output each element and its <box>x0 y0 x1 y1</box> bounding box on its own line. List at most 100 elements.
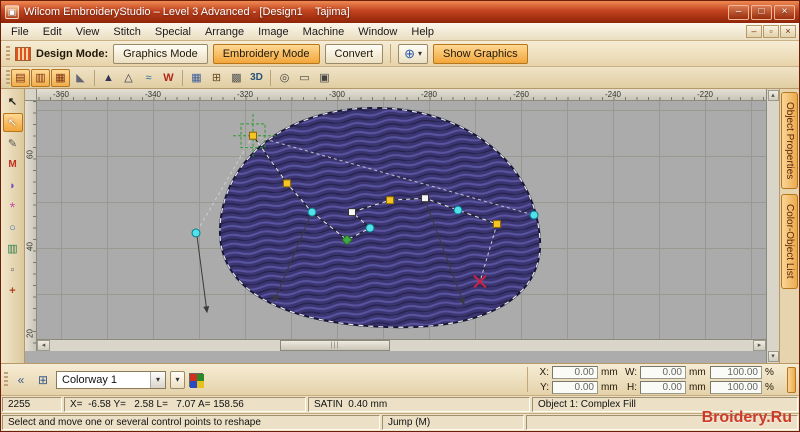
window-controls: – □ × <box>728 4 795 20</box>
prompt-text: Select and move one or several control p… <box>2 415 380 430</box>
run-stitch-tool-icon[interactable]: M <box>3 155 23 174</box>
machine-format-button[interactable]: ⊕ ▾ <box>398 43 428 64</box>
mdi-restore-button[interactable]: ▫ <box>763 25 779 38</box>
curve-point <box>529 210 539 220</box>
corner-point <box>493 220 501 228</box>
graphics-mode-button[interactable]: Graphics Mode <box>113 43 208 64</box>
scroll-up-button[interactable]: ▴ <box>767 90 779 101</box>
stitch-list-icon[interactable]: W <box>159 69 178 87</box>
pen-tool-icon[interactable]: ✎ <box>3 134 23 153</box>
embroidery-canvas[interactable]: ◂ ||| ▸ <box>37 101 766 351</box>
complex-fill-object <box>218 106 542 329</box>
y-unit: mm <box>601 381 618 393</box>
toolbar-grip[interactable] <box>6 69 10 86</box>
menu-stitch[interactable]: Stitch <box>106 25 148 39</box>
colorway-toolbar: « ⊞ Colorway 1 ▾ ▾ X: 0.00 mm W: 0.00 mm… <box>1 363 799 395</box>
toolbar-grip[interactable] <box>4 371 8 388</box>
minimize-button[interactable]: – <box>728 4 749 20</box>
travel-start-icon[interactable]: « <box>12 371 30 389</box>
circle-tool-icon[interactable]: ○ <box>3 218 23 237</box>
density-up-icon[interactable]: ▲ <box>99 69 118 87</box>
colorways-icon[interactable] <box>189 372 204 388</box>
show-graphics-button[interactable]: Show Graphics <box>433 43 528 64</box>
docked-toolbar-grip[interactable] <box>787 366 796 393</box>
menu-image[interactable]: Image <box>251 25 296 39</box>
toolbar-separator <box>182 69 183 86</box>
horizontal-scrollbar[interactable]: ◂ ||| ▸ <box>37 339 766 351</box>
reshape-tool-icon[interactable]: ↖ <box>2 113 23 132</box>
h-label: H: <box>627 381 637 393</box>
convert-button[interactable]: Convert <box>324 43 384 64</box>
travel-grid-icon[interactable]: ⊞ <box>34 371 52 389</box>
menu-special[interactable]: Special <box>148 25 198 39</box>
x-unit: mm <box>601 366 618 378</box>
satin-tool-icon[interactable]: ◗ <box>3 176 23 195</box>
menu-help[interactable]: Help <box>404 25 441 39</box>
toolbar-grip[interactable] <box>6 45 10 62</box>
hoop-icon[interactable]: ⊞ <box>207 69 226 87</box>
horizontal-ruler: -360 -340 -320 -300 -280 -260 -240 -220 <box>37 89 766 101</box>
vertical-scrollbar[interactable]: ▴ ▾ <box>766 89 779 363</box>
menu-view[interactable]: View <box>69 25 107 39</box>
add-node-tool-icon[interactable]: + <box>3 281 23 300</box>
zoom-icon[interactable]: ◎ <box>275 69 294 87</box>
density-down-icon[interactable]: △ <box>119 69 138 87</box>
tab-object-properties[interactable]: Object Properties <box>781 92 798 190</box>
x-field[interactable]: 0.00 <box>552 365 598 379</box>
close-button[interactable]: × <box>774 4 795 20</box>
y-field[interactable]: 0.00 <box>552 380 598 394</box>
w-field[interactable]: 0.00 <box>640 365 686 379</box>
connectors-icon[interactable]: ◣ <box>71 69 90 87</box>
slow-redraw-icon[interactable]: ≈ <box>139 69 158 87</box>
menu-arrange[interactable]: Arrange <box>198 25 251 39</box>
tab-color-object-list[interactable]: Color-Object List <box>781 194 798 289</box>
embroidery-design-svg[interactable] <box>37 101 766 351</box>
star-tool-icon[interactable]: * <box>3 197 23 216</box>
3d-view-icon[interactable]: 3D <box>247 69 266 87</box>
scroll-left-button[interactable]: ◂ <box>37 340 50 351</box>
overview-window-icon[interactable]: ▩ <box>227 69 246 87</box>
position-size-fields: X: 0.00 mm W: 0.00 mm 100.00 % Y: 0.00 m… <box>534 365 783 394</box>
curve-point <box>453 205 463 215</box>
scale-y-field[interactable]: 100.00 <box>710 380 762 394</box>
toolbar-separator <box>527 367 528 392</box>
maximize-button[interactable]: □ <box>751 4 772 20</box>
menu-file[interactable]: File <box>4 25 36 39</box>
outline-tool-icon[interactable]: ▫ <box>3 260 23 279</box>
node-point <box>421 194 429 203</box>
scroll-right-button[interactable]: ▸ <box>753 340 766 351</box>
mdi-close-button[interactable]: × <box>780 25 796 38</box>
colorway-menu-button[interactable]: ▾ <box>170 370 185 389</box>
title-bar: ▣ Wilcom EmbroideryStudio – Level 3 Adva… <box>1 1 799 23</box>
scroll-down-button[interactable]: ▾ <box>767 351 779 362</box>
workspace: ↖ ↖ ✎ M ◗ * ○ ▥ ▫ + -360 -340 -320 -300 … <box>1 89 799 363</box>
measure-icon[interactable]: ▭ <box>295 69 314 87</box>
embroidery-canvas-icon <box>15 46 31 61</box>
menu-machine[interactable]: Machine <box>296 25 352 39</box>
grid-toggle-icon[interactable]: ▦ <box>187 69 206 87</box>
colorway-select[interactable]: Colorway 1 ▾ <box>56 370 166 389</box>
background-icon[interactable]: ▣ <box>315 69 334 87</box>
pointer-position: X= -6.58 Y= 2.58 L= 7.07 A= 158.56 <box>64 397 306 412</box>
menu-edit[interactable]: Edit <box>36 25 69 39</box>
corner-point <box>386 196 394 205</box>
scale-x-field[interactable]: 100.00 <box>710 365 762 379</box>
needle-points-icon[interactable]: ▦ <box>51 68 70 87</box>
corner-point <box>283 179 291 188</box>
stitches-view-icon[interactable]: ▤ <box>11 68 30 87</box>
h-field[interactable]: 0.00 <box>640 380 686 394</box>
x-label: X: <box>539 366 549 378</box>
scrollbar-thumb[interactable]: ||| <box>280 340 390 351</box>
menu-bar: File Edit View Stitch Special Arrange Im… <box>1 23 799 41</box>
mdi-window-controls: – ▫ × <box>746 25 796 38</box>
chevron-down-icon[interactable]: ▾ <box>150 371 165 388</box>
column-tool-icon[interactable]: ▥ <box>3 239 23 258</box>
outlines-view-icon[interactable]: ▥ <box>31 68 50 87</box>
ruler-corner <box>25 89 37 101</box>
mdi-minimize-button[interactable]: – <box>746 25 762 38</box>
embroidery-mode-button[interactable]: Embroidery Mode <box>212 43 320 64</box>
curve-point <box>191 228 201 238</box>
select-tool-icon[interactable]: ↖ <box>3 92 23 111</box>
coord-row-top: X: 0.00 mm W: 0.00 mm 100.00 % <box>534 365 783 379</box>
menu-window[interactable]: Window <box>351 25 404 39</box>
